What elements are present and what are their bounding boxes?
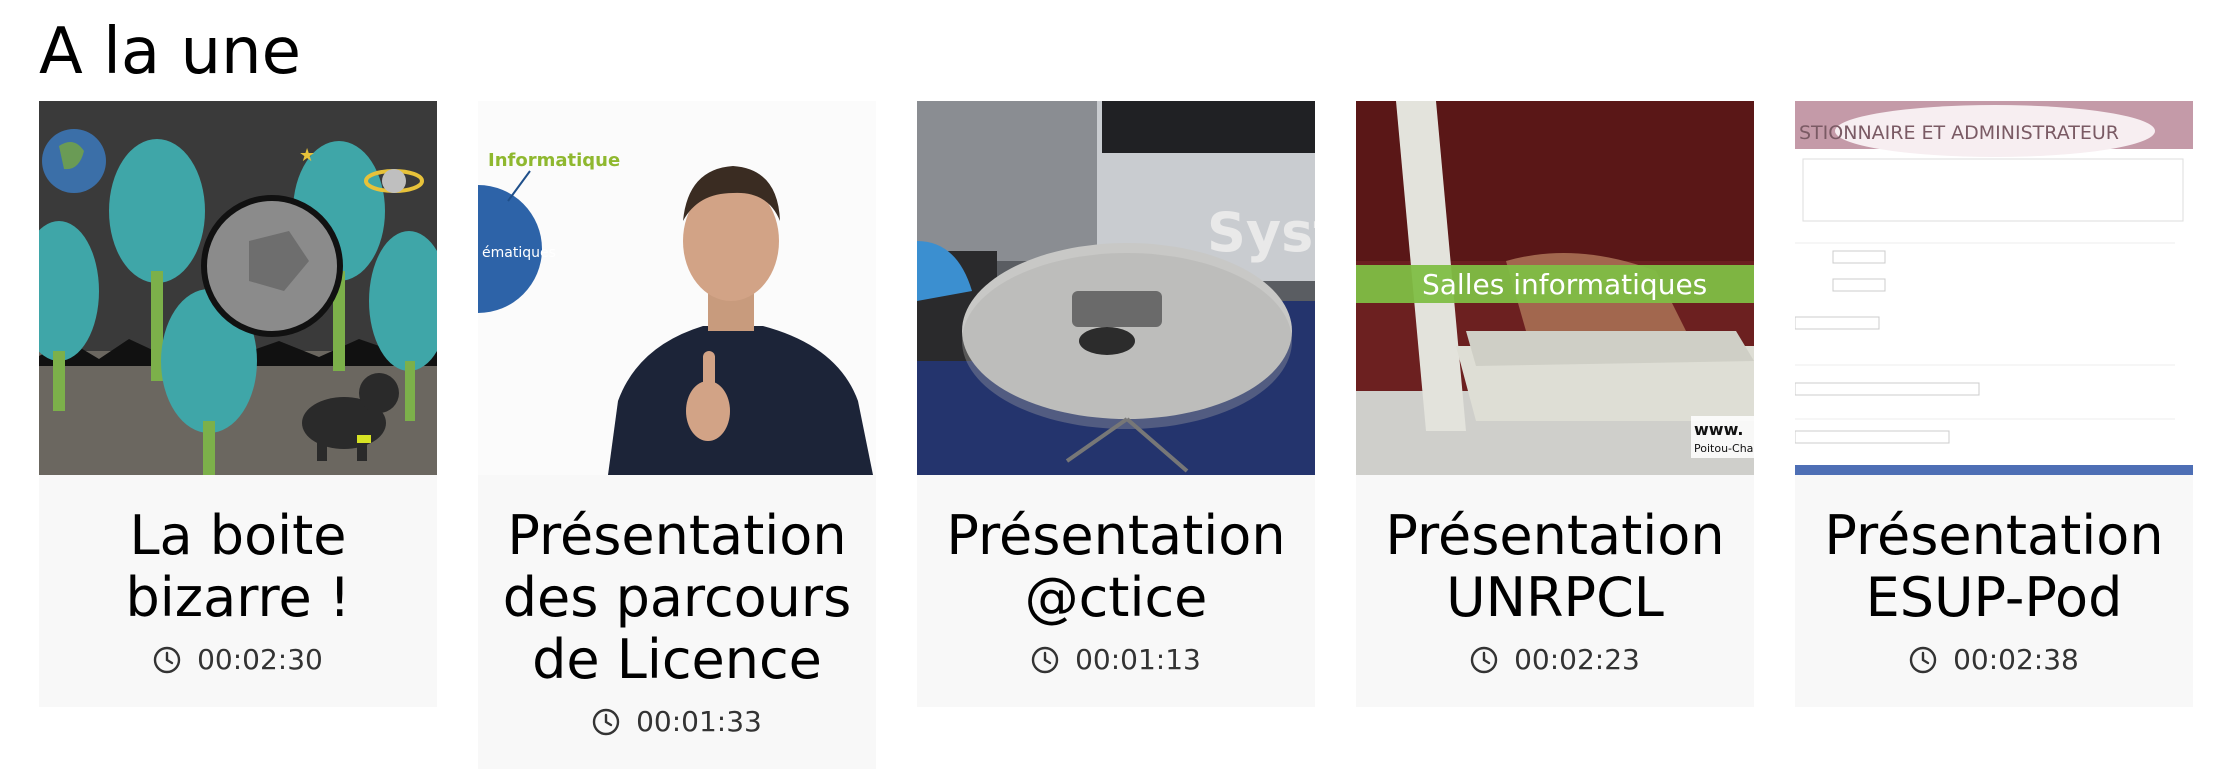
video-card[interactable]: ématiques Informatique Présentation des …: [478, 101, 876, 769]
video-card[interactable]: ★ La boite bizarre ! 00:02:30: [39, 101, 437, 707]
video-duration: 00:02:38: [1805, 643, 2183, 677]
video-duration-value: 00:01:33: [636, 705, 762, 738]
video-thumbnail-link[interactable]: ématiques Informatique: [478, 101, 876, 475]
video-duration: 00:02:30: [49, 643, 427, 677]
clock-icon: [1470, 646, 1498, 674]
thumb-caption: ématiques: [482, 245, 556, 261]
clock-icon: [153, 646, 181, 674]
thumb-caption: www.: [1694, 420, 1743, 439]
video-duration-value: 00:02:38: [1953, 643, 2079, 676]
animation-trees-ball-dog-thumbnail: ★: [39, 101, 437, 475]
video-duration-value: 00:02:23: [1514, 643, 1640, 676]
video-card[interactable]: Syst Présentation @ctice 00:01:13: [917, 101, 1315, 707]
section-title: A la une: [39, 15, 301, 89]
video-card[interactable]: STIONNAIRE ET ADMINISTRATEUR Présentatio…: [1795, 101, 2193, 707]
video-duration: 00:01:33: [488, 705, 866, 739]
clock-icon: [1909, 646, 1937, 674]
form-screenshot-thumbnail: STIONNAIRE ET ADMINISTRATEUR: [1795, 101, 2193, 475]
clock-icon: [592, 708, 620, 736]
video-duration-value: 00:01:13: [1075, 643, 1201, 676]
video-duration-value: 00:02:30: [197, 643, 323, 676]
video-title[interactable]: La boite bizarre !: [49, 505, 427, 629]
video-title[interactable]: Présentation UNRPCL: [1366, 505, 1744, 629]
video-thumbnail-link[interactable]: Salles informatiques www. Poitou-Chare: [1356, 101, 1754, 475]
svg-text:★: ★: [299, 145, 315, 166]
video-thumbnail-link[interactable]: ★: [39, 101, 437, 475]
video-title[interactable]: Présentation des parcours de Licence: [488, 505, 866, 691]
video-duration: 00:01:13: [927, 643, 1305, 677]
video-duration: 00:02:23: [1366, 643, 1744, 677]
presenter-video-thumbnail: ématiques Informatique: [478, 101, 876, 475]
thumb-caption: STIONNAIRE ET ADMINISTRATEUR: [1799, 122, 2119, 144]
thumb-caption: Poitou-Chare: [1694, 442, 1754, 455]
video-title[interactable]: Présentation @ctice: [927, 505, 1305, 629]
thumb-caption: Informatique: [488, 150, 620, 171]
video-title[interactable]: Présentation ESUP-Pod: [1805, 505, 2183, 629]
keyboard-typing-thumbnail: Salles informatiques www. Poitou-Chare: [1356, 101, 1754, 475]
thumb-caption: Syst: [1207, 201, 1315, 264]
video-thumbnail-link[interactable]: Syst: [917, 101, 1315, 475]
video-thumbnail-link[interactable]: STIONNAIRE ET ADMINISTRATEUR: [1795, 101, 2193, 475]
meeting-table-thumbnail: Syst: [917, 101, 1315, 475]
clock-icon: [1031, 646, 1059, 674]
thumb-caption: Salles informatiques: [1422, 268, 1707, 301]
video-card[interactable]: Salles informatiques www. Poitou-Chare P…: [1356, 101, 1754, 707]
